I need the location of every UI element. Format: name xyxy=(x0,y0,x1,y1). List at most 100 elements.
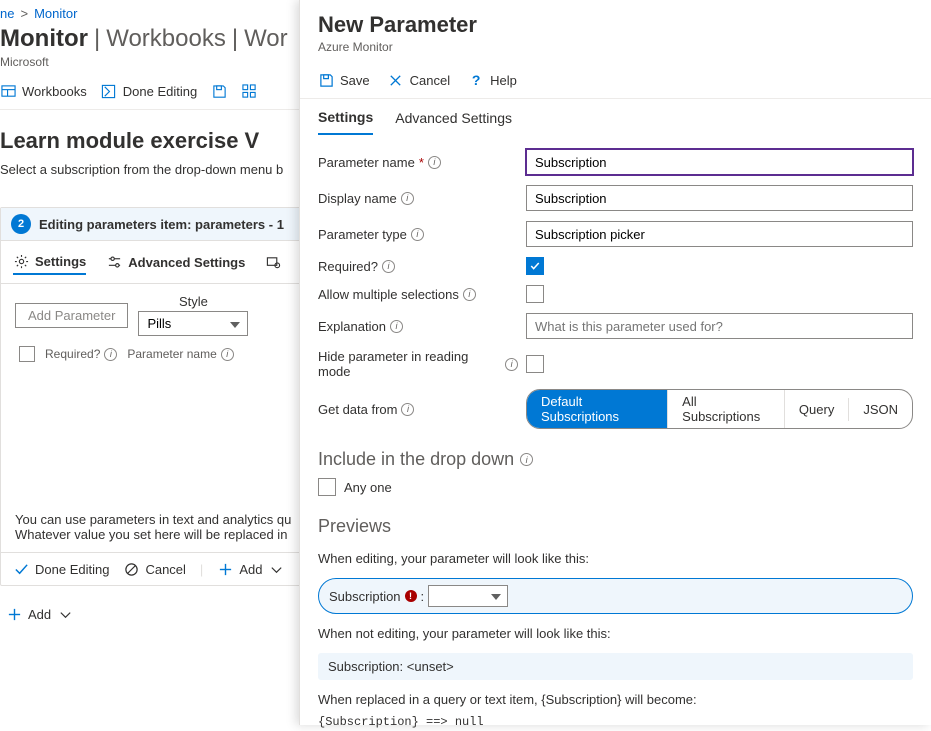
chevron-down-icon xyxy=(57,606,73,622)
blade-tabs: Settings Advanced Settings xyxy=(300,99,931,135)
workbooks-button[interactable]: Workbooks xyxy=(0,83,87,99)
blade-title: New Parameter xyxy=(318,12,913,38)
blade-help-label: Help xyxy=(490,73,517,88)
breadcrumb-sep: > xyxy=(20,6,28,21)
blade-save-button[interactable]: Save xyxy=(318,72,370,88)
edit-done-icon xyxy=(101,83,117,99)
preview-readonly-pill: Subscription: <unset> xyxy=(318,653,913,680)
preview-edit-text: When editing, your parameter will look l… xyxy=(300,545,931,572)
new-parameter-blade: New Parameter Azure Monitor Save Cancel … xyxy=(299,0,931,725)
allow-multi-checkbox[interactable] xyxy=(526,285,544,303)
breadcrumb-current[interactable]: Monitor xyxy=(34,6,77,21)
blade-cancel-button[interactable]: Cancel xyxy=(388,72,450,88)
previews-title: Previews xyxy=(318,516,913,537)
gear-icon xyxy=(13,253,29,269)
style-label: Style xyxy=(179,294,208,309)
param-name-input[interactable] xyxy=(526,149,913,175)
save-icon xyxy=(211,83,227,99)
blade-save-label: Save xyxy=(340,73,370,88)
info-icon[interactable]: i xyxy=(390,320,403,333)
preview-notedit-text: When not editing, your parameter will lo… xyxy=(300,620,931,647)
param-type-label: Parameter type i xyxy=(318,227,518,242)
workbooks-label: Workbooks xyxy=(22,84,87,99)
explanation-input[interactable] xyxy=(526,313,913,339)
page-title-sep1: | xyxy=(94,25,100,53)
panel-tab-extra-icon[interactable] xyxy=(265,254,281,270)
plus-icon xyxy=(217,561,233,577)
col-param-name-label: Parameter name xyxy=(127,347,216,361)
blade-tab-settings[interactable]: Settings xyxy=(318,109,373,135)
blade-subtitle: Azure Monitor xyxy=(318,40,913,54)
select-all-checkbox[interactable] xyxy=(19,346,35,362)
required-checkbox[interactable] xyxy=(526,257,544,275)
col-required: Required? i xyxy=(45,347,117,361)
display-name-input[interactable] xyxy=(526,185,913,211)
panel-done-editing[interactable]: Done Editing xyxy=(13,561,109,577)
sliders-icon xyxy=(106,254,122,270)
panel-tab-settings-label: Settings xyxy=(35,254,86,269)
panel-tab-settings[interactable]: Settings xyxy=(13,249,86,275)
info-icon[interactable]: i xyxy=(428,156,441,169)
style-select-input[interactable]: Pills xyxy=(138,311,248,336)
param-type-input[interactable] xyxy=(526,221,913,247)
preview-pill-select[interactable] xyxy=(428,585,508,607)
style-select[interactable]: Pills xyxy=(138,311,248,336)
page-title-sep2: | xyxy=(232,25,238,53)
grid-icon xyxy=(241,83,257,99)
blade-help-button[interactable]: ? Help xyxy=(468,72,517,88)
get-data-pills: Default Subscriptions All Subscriptions … xyxy=(526,389,913,429)
hide-checkbox[interactable] xyxy=(526,355,544,373)
footer-add[interactable]: Add xyxy=(6,606,73,622)
pill-default-subs[interactable]: Default Subscriptions xyxy=(527,390,668,428)
info-icon[interactable]: i xyxy=(382,260,395,273)
save-icon-button[interactable] xyxy=(211,83,227,99)
panel-add-label: Add xyxy=(239,562,262,577)
info-icon[interactable]: i xyxy=(463,288,476,301)
error-icon xyxy=(405,590,417,602)
info-icon[interactable]: i xyxy=(520,453,533,466)
panel-tab-advanced-label: Advanced Settings xyxy=(128,255,245,270)
panel-cancel-label: Cancel xyxy=(145,562,185,577)
hide-label: Hide parameter in reading mode i xyxy=(318,349,518,379)
footer-add-label: Add xyxy=(28,607,51,622)
step-badge: 2 xyxy=(11,214,31,234)
block-icon xyxy=(123,561,139,577)
check-icon xyxy=(13,561,29,577)
include-section-title: Include in the drop down i xyxy=(318,449,913,470)
blade-cancel-label: Cancel xyxy=(410,73,450,88)
blade-form: Parameter name * i Display name i Parame… xyxy=(300,135,931,429)
anyone-label: Any one xyxy=(344,480,392,495)
info-icon[interactable]: i xyxy=(104,348,117,361)
page-title-main: Monitor xyxy=(0,25,88,53)
done-editing-button[interactable]: Done Editing xyxy=(101,83,197,99)
pill-all-subs[interactable]: All Subscriptions xyxy=(668,390,785,428)
info-icon[interactable]: i xyxy=(505,358,518,371)
workbook-icon xyxy=(0,83,16,99)
add-parameter-button[interactable]: Add Parameter xyxy=(15,303,128,328)
panel-add[interactable]: Add xyxy=(217,561,284,577)
preview-editing-pill[interactable]: Subscription : xyxy=(318,578,913,614)
preview-pill-label: Subscription xyxy=(329,589,401,604)
done-editing-label: Done Editing xyxy=(123,84,197,99)
info-icon[interactable]: i xyxy=(221,348,234,361)
get-data-label: Get data from i xyxy=(318,402,518,417)
panel-cancel[interactable]: Cancel xyxy=(123,561,185,577)
page-title-part2: Workbooks xyxy=(106,25,226,53)
panel-tab-advanced[interactable]: Advanced Settings xyxy=(106,250,245,274)
info-icon[interactable]: i xyxy=(401,403,414,416)
help-icon: ? xyxy=(468,72,484,88)
explanation-label: Explanation i xyxy=(318,319,518,334)
pill-json[interactable]: JSON xyxy=(849,398,912,421)
info-icon[interactable]: i xyxy=(401,192,414,205)
info-icon[interactable]: i xyxy=(411,228,424,241)
chevron-down-icon xyxy=(268,561,284,577)
col-param-name: Parameter name i xyxy=(127,347,233,361)
grid-icon-button[interactable] xyxy=(241,83,257,99)
page-title-part3: Wor xyxy=(244,25,288,53)
display-name-label: Display name i xyxy=(318,191,518,206)
breadcrumb-home[interactable]: ne xyxy=(0,6,14,21)
pill-query[interactable]: Query xyxy=(785,398,849,421)
blade-tab-advanced[interactable]: Advanced Settings xyxy=(395,110,512,134)
anyone-checkbox[interactable] xyxy=(318,478,336,496)
close-icon xyxy=(388,72,404,88)
